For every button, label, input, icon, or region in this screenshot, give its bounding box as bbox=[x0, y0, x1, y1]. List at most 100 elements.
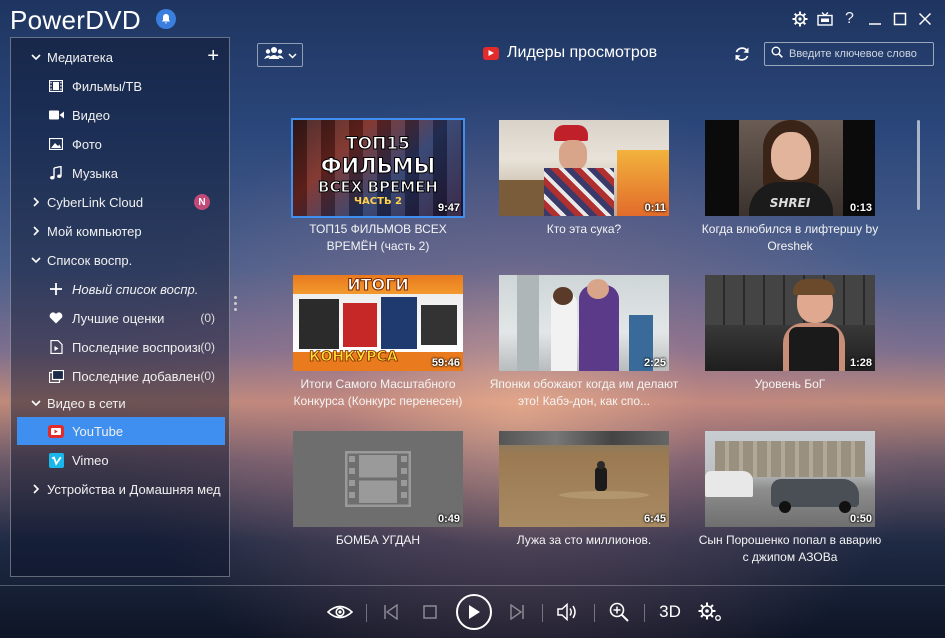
item-count: (0) bbox=[200, 311, 215, 325]
video-title[interactable]: ТОП15 ФИЛЬМОВ ВСЕХ ВРЕМЁН (часть 2) bbox=[283, 221, 473, 255]
next-icon[interactable] bbox=[506, 592, 528, 632]
video-thumbnail[interactable]: ТОП15 ФИЛЬМЫ ВСЕХ ВРЕМЕН ЧАСТЬ 2 9:47 bbox=[291, 118, 465, 218]
video-duration: 0:49 bbox=[437, 513, 460, 525]
video-thumbnail[interactable]: 0:11 bbox=[499, 120, 669, 216]
sidebar-item-label: Музыка bbox=[72, 165, 118, 181]
video-title[interactable]: Японки обожают когда им делают это! Кабэ… bbox=[489, 376, 679, 410]
sidebar-item-new-playlist[interactable]: Новый список воспр. bbox=[11, 275, 229, 303]
chevron-right-icon bbox=[29, 226, 43, 236]
sidebar-online-video-label: Видео в сети bbox=[47, 395, 126, 411]
sidebar-item-movies-tv[interactable]: Фильмы/ТВ bbox=[11, 72, 229, 100]
previous-icon[interactable] bbox=[380, 592, 402, 632]
sidebar-item-video[interactable]: Видео bbox=[11, 101, 229, 129]
zoom-icon[interactable] bbox=[606, 592, 632, 632]
video-tile[interactable]: 0:49 БОМБА УГДАН bbox=[293, 431, 463, 549]
video-tile[interactable]: ИТОГИ КОНКУРСА 59:46 Итоги Самого Масшта… bbox=[293, 275, 463, 410]
sidebar-item-top-rated[interactable]: Лучшие оценки (0) bbox=[11, 304, 229, 332]
video-tile[interactable]: 0:50 Сын Порошенко попал в аварию с джип… bbox=[699, 431, 881, 566]
sidebar-my-computer[interactable]: Мой компьютер bbox=[11, 217, 229, 245]
video-title[interactable]: Уровень БоГ bbox=[695, 376, 885, 393]
video-duration: 6:45 bbox=[643, 513, 666, 525]
notification-bell-icon[interactable] bbox=[156, 9, 176, 29]
tv-mode-icon[interactable] bbox=[812, 8, 837, 30]
sidebar-item-label: Последние добавлен bbox=[72, 368, 200, 384]
search-input[interactable] bbox=[789, 48, 929, 60]
chevron-right-icon bbox=[29, 197, 43, 207]
video-thumbnail[interactable]: SHREI 0:13 bbox=[705, 120, 875, 216]
chevron-down-icon bbox=[29, 256, 43, 264]
3d-button[interactable]: 3D bbox=[655, 592, 685, 632]
minimize-icon[interactable] bbox=[862, 8, 887, 30]
youtube-icon bbox=[483, 46, 499, 60]
video-title[interactable]: БОМБА УГДАН bbox=[283, 532, 473, 549]
add-library-button[interactable]: + bbox=[207, 46, 219, 66]
video-thumbnail[interactable]: 0:49 bbox=[293, 431, 463, 527]
sidebar-library[interactable]: Медиатека bbox=[11, 43, 229, 71]
video-duration: 2:25 bbox=[643, 357, 666, 369]
volume-icon[interactable] bbox=[556, 592, 580, 632]
eye-icon[interactable] bbox=[325, 592, 355, 632]
settings-icon[interactable] bbox=[696, 592, 724, 632]
video-thumbnail[interactable]: 6:45 bbox=[499, 431, 669, 527]
sidebar-item-label: Фильмы/ТВ bbox=[72, 78, 143, 94]
thumb-overlay-text: ФИЛЬМЫ bbox=[320, 154, 436, 179]
window-controls: ? bbox=[787, 8, 937, 30]
video-title[interactable]: Сын Порошенко попал в аварию с джипом АЗ… bbox=[695, 532, 885, 566]
sidebar-item-recently-played[interactable]: Последние воспроизв (0) bbox=[11, 333, 229, 361]
video-tile[interactable]: 2:25 Японки обожают когда им делают это!… bbox=[490, 275, 678, 410]
sidebar-item-youtube[interactable]: YouTube bbox=[17, 417, 225, 445]
sidebar-playlists-label: Список воспр. bbox=[47, 252, 133, 268]
sidebar-cloud-label: CyberLink Cloud bbox=[47, 194, 144, 210]
sidebar-resize-handle[interactable] bbox=[234, 296, 238, 311]
separator bbox=[542, 604, 543, 622]
share-people-button[interactable] bbox=[257, 43, 303, 67]
thumb-overlay-text: ТОП15 bbox=[346, 134, 411, 155]
sidebar-devices-label: Устройства и Домашняя мед bbox=[47, 481, 221, 497]
video-thumbnail[interactable]: ИТОГИ КОНКУРСА 59:46 bbox=[293, 275, 463, 371]
sidebar-item-music[interactable]: Музыка bbox=[11, 159, 229, 187]
video-title[interactable]: Лужа за сто миллионов. bbox=[489, 532, 679, 549]
video-thumbnail[interactable]: 0:50 bbox=[705, 431, 875, 527]
item-count: (0) bbox=[200, 369, 215, 383]
sidebar-my-computer-label: Мой компьютер bbox=[47, 223, 142, 239]
sidebar-playlists[interactable]: Список воспр. bbox=[11, 246, 229, 274]
video-title[interactable]: Когда влюбился в лифтершу by Oreshek bbox=[695, 221, 885, 255]
play-button[interactable] bbox=[454, 592, 494, 632]
video-duration: 59:46 bbox=[431, 357, 460, 369]
video-duration: 0:13 bbox=[849, 202, 872, 214]
close-icon[interactable] bbox=[912, 8, 937, 30]
video-title[interactable]: Кто эта сука? bbox=[489, 221, 679, 238]
sidebar-online-video[interactable]: Видео в сети bbox=[11, 389, 229, 417]
help-icon[interactable]: ? bbox=[837, 8, 862, 30]
sidebar-item-recently-added[interactable]: Последние добавлен (0) bbox=[11, 362, 229, 390]
video-thumbnail[interactable]: 2:25 bbox=[499, 275, 669, 371]
video-camera-icon bbox=[47, 110, 65, 120]
video-tile[interactable]: 0:11 Кто эта сука? bbox=[499, 120, 669, 238]
section-title: Лидеры просмотров bbox=[483, 44, 657, 62]
sidebar-item-label: Новый список воспр. bbox=[72, 281, 199, 297]
sidebar-devices[interactable]: Устройства и Домашняя мед bbox=[11, 475, 229, 503]
video-duration: 0:50 bbox=[849, 513, 872, 525]
sidebar-item-photo[interactable]: Фото bbox=[11, 130, 229, 158]
music-icon bbox=[47, 166, 65, 180]
video-tile[interactable]: ТОП15 ФИЛЬМЫ ВСЕХ ВРЕМЕН ЧАСТЬ 2 9:47 ТО… bbox=[291, 118, 465, 255]
chevron-down-icon bbox=[29, 53, 43, 61]
thumb-overlay-text: ИТОГИ bbox=[347, 275, 410, 295]
video-thumbnail[interactable]: 1:28 bbox=[705, 275, 875, 371]
refresh-icon[interactable] bbox=[733, 45, 751, 68]
video-tile[interactable]: 1:28 Уровень БоГ bbox=[705, 275, 875, 393]
video-title[interactable]: Итоги Самого Масштабного Конкурса (Конку… bbox=[283, 376, 473, 410]
sidebar-item-vimeo[interactable]: Vimeo bbox=[11, 446, 229, 474]
video-tile[interactable]: SHREI 0:13 Когда влюбился в лифтершу by … bbox=[702, 120, 878, 255]
stop-icon[interactable] bbox=[420, 592, 440, 632]
video-tile[interactable]: 6:45 Лужа за сто миллионов. bbox=[499, 431, 669, 549]
maximize-icon[interactable] bbox=[887, 8, 912, 30]
scrollbar[interactable] bbox=[917, 120, 920, 210]
section-title-text: Лидеры просмотров bbox=[507, 44, 658, 61]
play-icon bbox=[456, 594, 492, 630]
thumb-overlay-text: ВСЕХ ВРЕМЕН bbox=[318, 178, 439, 197]
settings-gear-icon[interactable] bbox=[787, 8, 812, 30]
recent-added-icon bbox=[47, 369, 65, 383]
search-box[interactable] bbox=[764, 42, 934, 66]
divider bbox=[0, 585, 945, 586]
